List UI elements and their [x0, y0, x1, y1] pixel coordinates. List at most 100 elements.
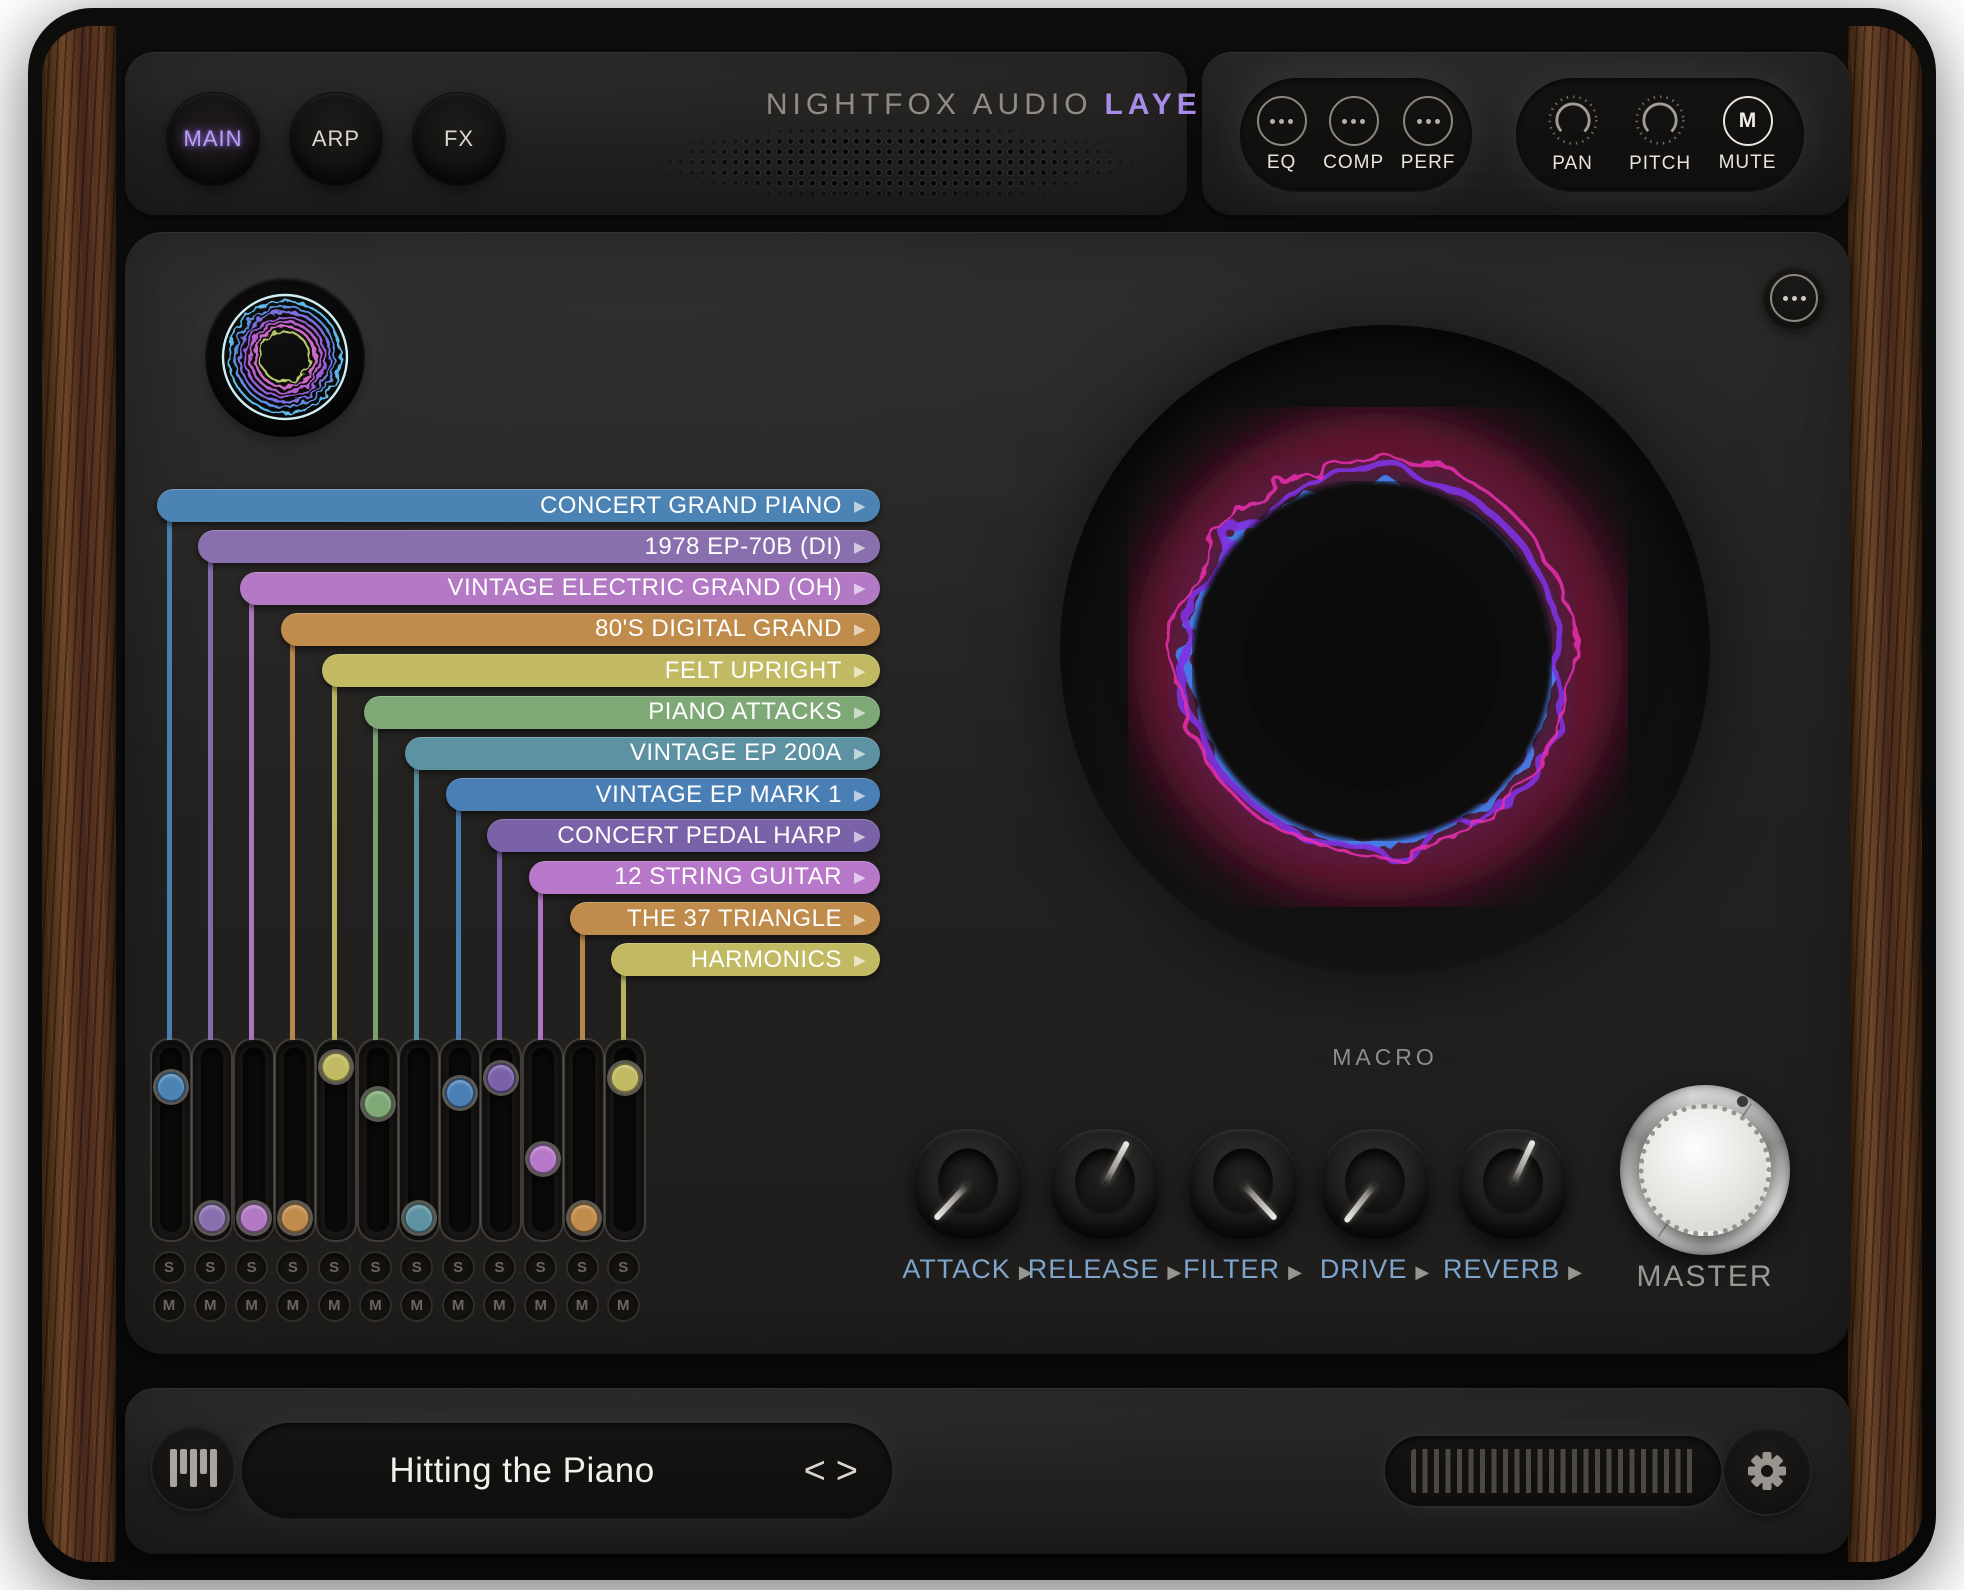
solo-button[interactable]: S [524, 1251, 557, 1284]
layer-volume-slider[interactable] [152, 1040, 190, 1240]
mute-button[interactable]: M [194, 1289, 227, 1322]
mute-button[interactable]: M [359, 1289, 392, 1322]
mute-control[interactable]: MMUTE [1719, 96, 1777, 174]
mute-button[interactable]: M [276, 1289, 309, 1322]
mute-button[interactable]: M [400, 1289, 433, 1322]
slider-thumb[interactable] [486, 1063, 516, 1093]
mute-button[interactable]: M [483, 1289, 516, 1322]
solo-button[interactable]: S [235, 1251, 268, 1284]
layer-volume-slider[interactable] [235, 1040, 273, 1240]
slider-thumb[interactable] [197, 1203, 227, 1233]
settings-button[interactable] [1724, 1428, 1810, 1514]
layer-expand-icon: ▶ [854, 744, 866, 762]
layer-stem [249, 597, 254, 1050]
layer-volume-slider[interactable] [565, 1040, 603, 1240]
macro-pad[interactable] [1060, 325, 1710, 975]
tab-main[interactable]: MAIN [167, 93, 259, 185]
master-knob[interactable] [1620, 1085, 1790, 1255]
layer-expand-icon: ▶ [854, 538, 866, 556]
layer-bar[interactable]: VINTAGE EP 200A▶ [405, 737, 880, 770]
layer-volume-slider[interactable] [276, 1040, 314, 1240]
solo-button[interactable]: S [442, 1251, 475, 1284]
fx-section-comp[interactable]: COMP [1323, 96, 1384, 174]
preset-next-button[interactable]: > [836, 1452, 858, 1490]
solo-button[interactable]: S [483, 1251, 516, 1284]
fx-section-group: EQ COMP PERF [1240, 78, 1472, 192]
layer-volume-slider[interactable] [400, 1040, 438, 1240]
macro-options-button[interactable] [1763, 267, 1825, 329]
layer-bar[interactable]: THE 37 TRIANGLE ▶ [570, 902, 880, 935]
knob-label-text: ATTACK [902, 1254, 1011, 1284]
speaker-grille [653, 126, 1139, 200]
voice-control-label: MUTE [1719, 152, 1777, 174]
mute-button[interactable]: M [607, 1289, 640, 1322]
slider-thumb[interactable] [528, 1144, 558, 1174]
layer-bar[interactable]: CONCERT PEDAL HARP▶ [487, 819, 880, 852]
mute-button[interactable]: M [442, 1289, 475, 1322]
drive-knob[interactable] [1320, 1129, 1430, 1239]
header-panel: MAINARPFX NIGHTFOX AUDIOLAYERED [125, 52, 1187, 215]
slider-thumb[interactable] [445, 1078, 475, 1108]
attack-knob[interactable] [913, 1129, 1023, 1239]
layer-bar[interactable]: VINTAGE ELECTRIC GRAND (OH)▶ [240, 572, 880, 605]
mute-button[interactable]: M [566, 1289, 599, 1322]
layer-volume-slider[interactable] [441, 1040, 479, 1240]
fx-section-perf[interactable]: PERF [1401, 96, 1456, 174]
solo-button[interactable]: S [276, 1251, 309, 1284]
slider-thumb[interactable] [363, 1089, 393, 1119]
release-knob[interactable] [1050, 1129, 1160, 1239]
fx-section-eq[interactable]: EQ [1257, 96, 1307, 174]
layer-bar[interactable]: 1978 EP-70B (DI)▶ [198, 530, 880, 563]
pan-control[interactable]: PAN [1544, 95, 1602, 175]
solo-button[interactable]: S [318, 1251, 351, 1284]
layer-bar[interactable]: HARMONICS▶ [611, 943, 880, 976]
layer-volume-slider[interactable] [606, 1040, 644, 1240]
layer-stem [290, 638, 295, 1050]
knob-label-text: REVERB [1443, 1254, 1560, 1284]
pitch-control[interactable]: PITCH [1629, 95, 1691, 175]
slider-thumb[interactable] [610, 1063, 640, 1093]
preset-selector[interactable]: Hitting the Piano < > [242, 1423, 892, 1519]
layer-bar[interactable]: 80'S DIGITAL GRAND▶ [281, 613, 880, 646]
solo-button[interactable]: S [566, 1251, 599, 1284]
footer-panel: Hitting the Piano < > [125, 1388, 1850, 1554]
layer-volume-slider[interactable] [524, 1040, 562, 1240]
layer-volume-slider[interactable] [482, 1040, 520, 1240]
tab-arp[interactable]: ARP [290, 93, 382, 185]
layer-volume-slider[interactable] [193, 1040, 231, 1240]
knob-label-text: DRIVE [1320, 1254, 1408, 1284]
tab-fx[interactable]: FX [413, 93, 505, 185]
layer-expand-icon: ▶ [854, 827, 866, 845]
layer-stem [497, 844, 502, 1050]
slider-thumb[interactable] [321, 1052, 351, 1082]
slider-thumb[interactable] [404, 1203, 434, 1233]
mute-button[interactable]: M [235, 1289, 268, 1322]
layer-bar[interactable]: FELT UPRIGHT▶ [322, 654, 880, 687]
layer-volume-slider[interactable] [359, 1040, 397, 1240]
solo-button[interactable]: S [359, 1251, 392, 1284]
layer-bar[interactable]: PIANO ATTACKS▶ [364, 696, 881, 729]
slider-thumb[interactable] [156, 1072, 186, 1102]
slider-thumb[interactable] [280, 1203, 310, 1233]
mute-button[interactable]: M [153, 1289, 186, 1322]
layer-bar[interactable]: 12 STRING GUITAR▶ [529, 861, 880, 894]
layer-volume-slider[interactable] [317, 1040, 355, 1240]
mute-button[interactable]: M [318, 1289, 351, 1322]
preset-prev-button[interactable]: < [804, 1452, 826, 1490]
slider-thumb[interactable] [569, 1203, 599, 1233]
mute-button[interactable]: M [524, 1289, 557, 1322]
solo-button[interactable]: S [400, 1251, 433, 1284]
solo-button[interactable]: S [607, 1251, 640, 1284]
filter-knob[interactable] [1188, 1129, 1298, 1239]
layer-bar[interactable]: CONCERT GRAND PIANO▶ [157, 489, 880, 522]
scrub-strip[interactable] [1383, 1434, 1723, 1508]
solo-button[interactable]: S [194, 1251, 227, 1284]
preset-name: Hitting the Piano [389, 1451, 744, 1491]
layer-expand-icon: ▶ [854, 910, 866, 928]
keyboard-button[interactable] [152, 1427, 234, 1509]
reverb-knob[interactable] [1458, 1129, 1568, 1239]
layer-bar[interactable]: VINTAGE EP MARK 1▶ [446, 778, 880, 811]
layer-label: THE 37 TRIANGLE [627, 905, 842, 933]
slider-thumb[interactable] [239, 1203, 269, 1233]
solo-button[interactable]: S [153, 1251, 186, 1284]
